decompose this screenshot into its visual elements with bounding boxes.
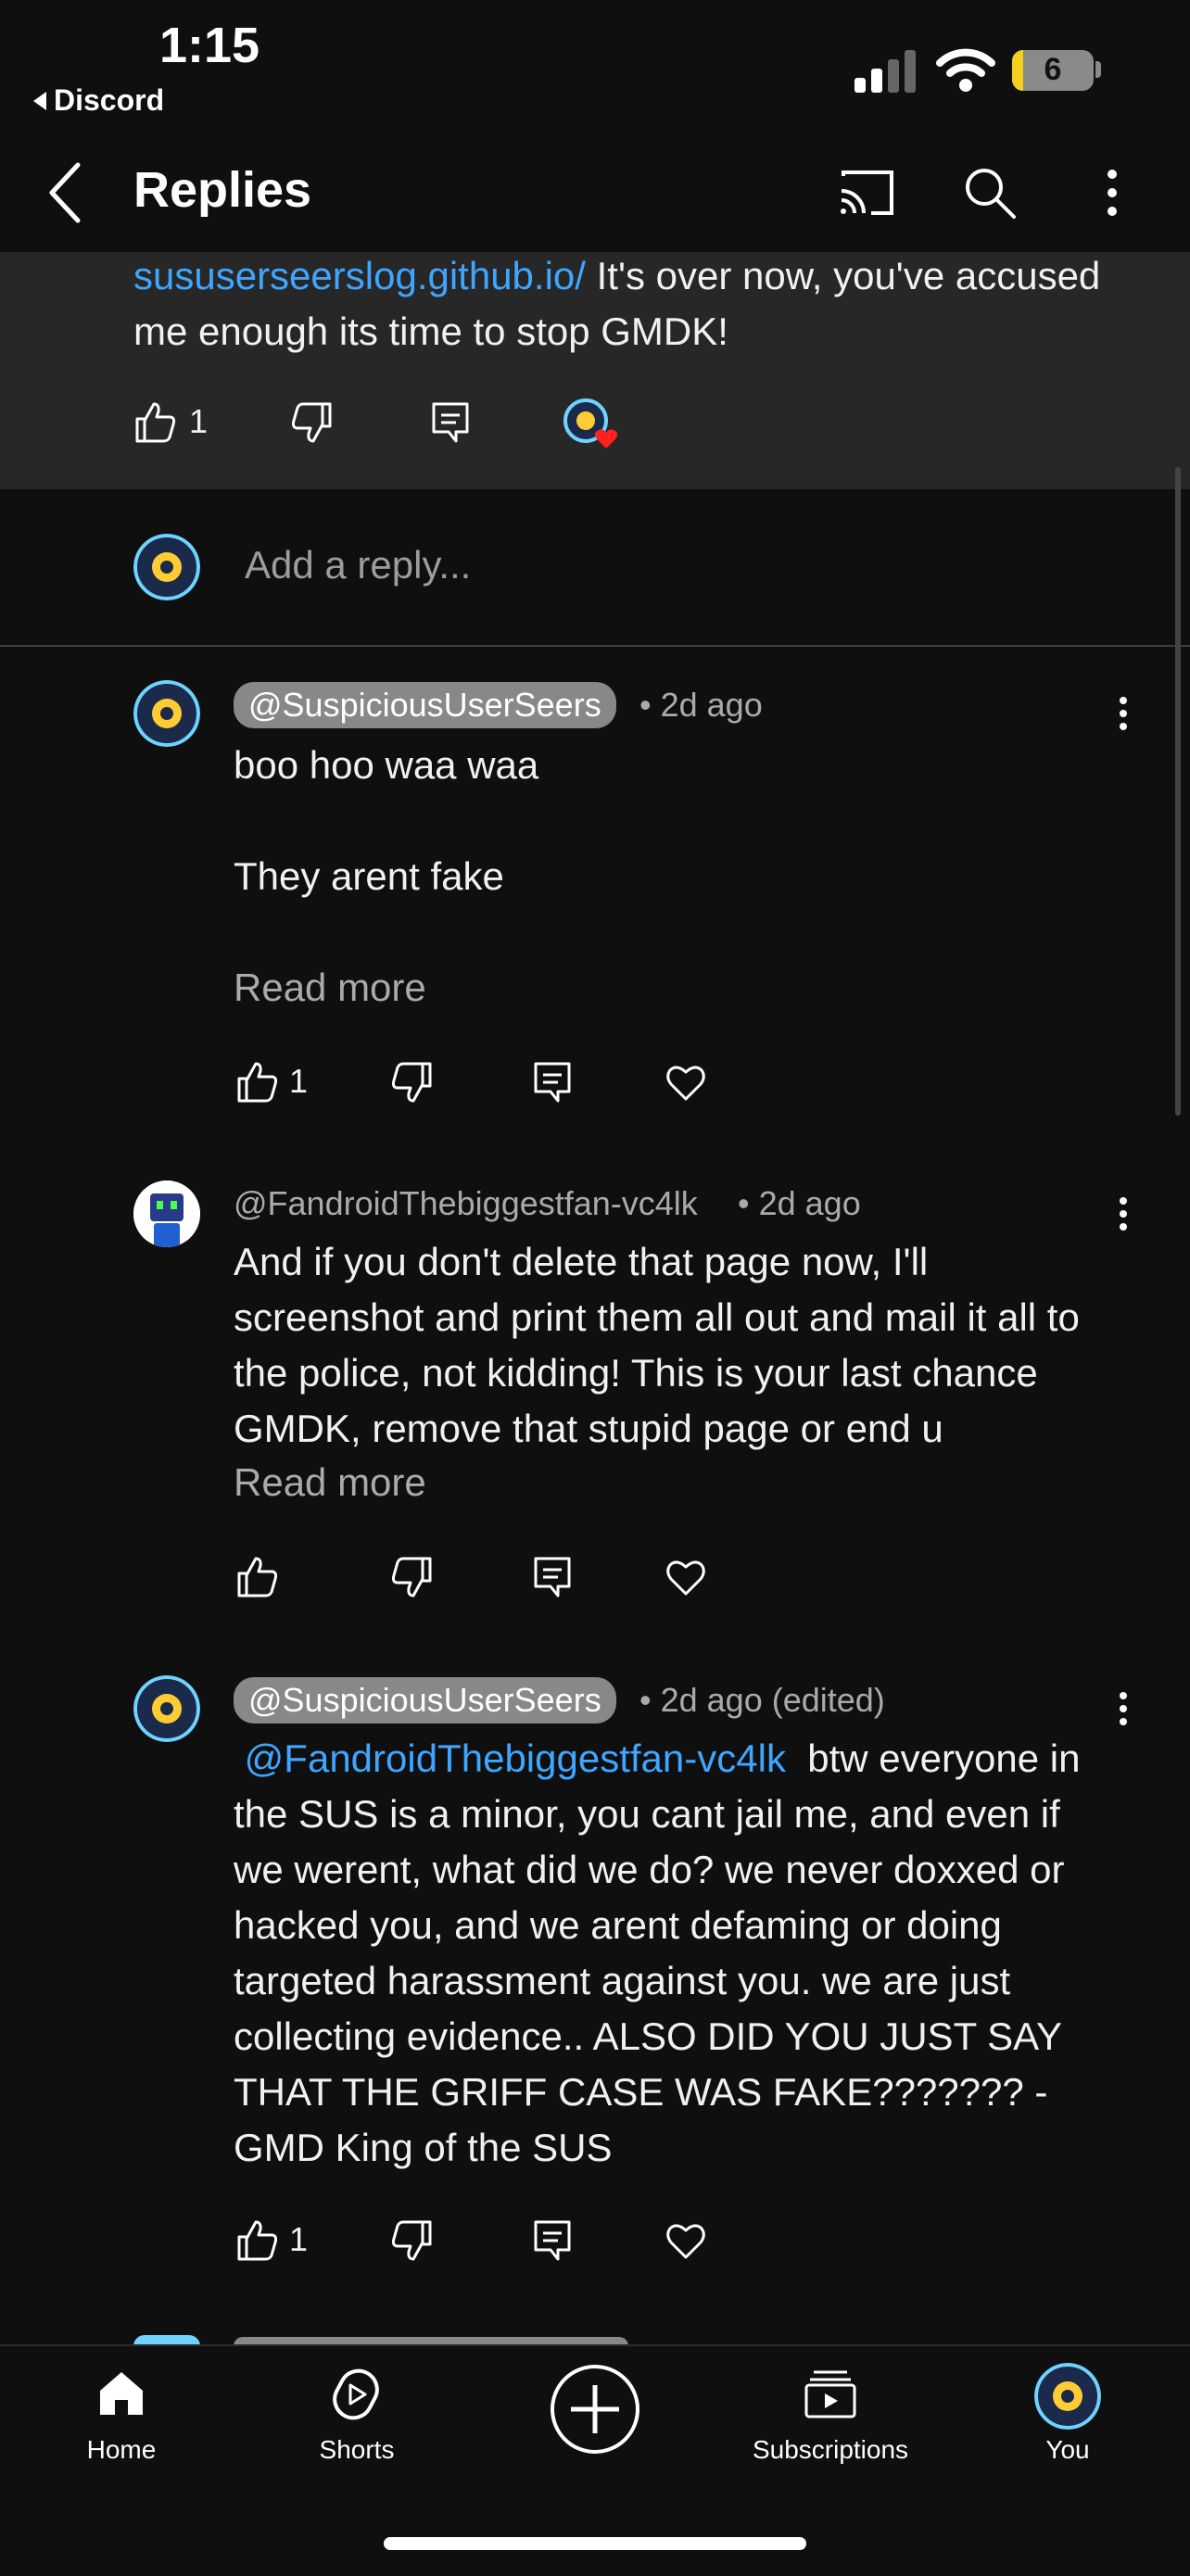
reply-body: @FandroidThebiggestfan-vc4lk btw everyon…	[234, 1731, 1114, 2176]
you-avatar[interactable]	[1034, 2363, 1101, 2430]
back-app-label: Discord	[54, 83, 165, 117]
dislike-icon[interactable]	[289, 400, 334, 445]
reply-more-icon[interactable]	[1112, 686, 1134, 741]
reply-body: And if you don't delete that page now, I…	[234, 1240, 1091, 1450]
shorts-icon[interactable]	[330, 2365, 382, 2424]
status-time: 1:15	[159, 18, 260, 73]
reply-time: • 2d ago	[738, 1184, 861, 1222]
subscriptions-icon[interactable]	[803, 2368, 858, 2420]
like-count: 1	[289, 2220, 309, 2258]
read-more-link[interactable]: Read more	[234, 1460, 426, 1505]
reply-icon[interactable]	[530, 2218, 575, 2263]
nav-home-label[interactable]: Home	[56, 2435, 187, 2465]
battery-cap	[1095, 61, 1101, 78]
reply-icon[interactable]	[530, 1060, 575, 1105]
create-plus-icon[interactable]	[549, 2363, 641, 2456]
reply-author[interactable]: @SuspiciousUserSeers	[234, 682, 616, 728]
back-triangle-icon	[33, 91, 46, 110]
home-indicator	[384, 2537, 806, 2550]
like-icon[interactable]	[235, 1060, 280, 1105]
parent-comment-link[interactable]: sususerseerslog.github.io/	[133, 254, 586, 297]
parent-comment-text: sususerseerslog.github.io/ It's over now…	[133, 248, 1134, 360]
dislike-icon[interactable]	[389, 2218, 434, 2263]
reply-body-text: btw everyone in the SUS is a minor, you …	[234, 1736, 1092, 2169]
nav-shorts-label[interactable]: Shorts	[291, 2435, 423, 2465]
avatar	[133, 534, 200, 600]
search-icon[interactable]	[962, 165, 1018, 221]
heart-icon[interactable]	[664, 1555, 708, 1599]
scrollbar[interactable]	[1175, 467, 1181, 1116]
signal-icon	[855, 50, 919, 93]
battery-level: 6	[1044, 52, 1062, 87]
back-to-app-link[interactable]: Discord	[33, 83, 164, 118]
wifi-icon	[936, 46, 995, 93]
more-options-icon[interactable]	[1103, 167, 1121, 219]
reply-author[interactable]: @FandroidThebiggestfan-vc4lk	[234, 1184, 698, 1223]
dislike-icon[interactable]	[389, 1555, 434, 1599]
like-icon[interactable]	[235, 2218, 280, 2263]
avatar	[133, 1181, 200, 1247]
dislike-icon[interactable]	[389, 1060, 434, 1105]
read-more-link[interactable]: Read more	[234, 966, 426, 1010]
reply-icon[interactable]	[530, 1555, 575, 1599]
reply-input[interactable]: Add a reply...	[245, 543, 471, 587]
like-icon[interactable]	[235, 1555, 280, 1599]
reply-more-icon[interactable]	[1112, 1681, 1134, 1736]
like-count: 1	[289, 1062, 309, 1100]
avatar	[133, 680, 200, 747]
like-icon[interactable]	[133, 400, 178, 445]
back-arrow-icon[interactable]	[44, 161, 85, 224]
creator-heart-icon	[563, 398, 623, 450]
heart-icon[interactable]	[664, 1060, 708, 1105]
cast-icon[interactable]	[838, 167, 897, 219]
reply-author[interactable]: @SuspiciousUserSeers	[234, 1677, 616, 1724]
heart-icon[interactable]	[664, 2218, 708, 2263]
battery-indicator: 6	[1012, 50, 1094, 91]
avatar	[133, 1675, 200, 1742]
nav-subscriptions-label[interactable]: Subscriptions	[741, 2435, 919, 2465]
nav-you-label[interactable]: You	[1012, 2435, 1123, 2465]
parent-like-count: 1	[189, 402, 209, 440]
reply-more-icon[interactable]	[1112, 1186, 1134, 1242]
reply-body: boo hoo waa waa They arent fake	[234, 743, 539, 898]
page-title: Replies	[133, 162, 312, 218]
home-icon[interactable]	[96, 2368, 146, 2418]
mention-link[interactable]: @FandroidThebiggestfan-vc4lk	[234, 1736, 797, 1780]
reply-time: • 2d ago (edited)	[639, 1681, 885, 1719]
reply-icon[interactable]	[428, 400, 473, 445]
reply-time: • 2d ago	[639, 686, 763, 724]
divider	[0, 645, 1190, 647]
